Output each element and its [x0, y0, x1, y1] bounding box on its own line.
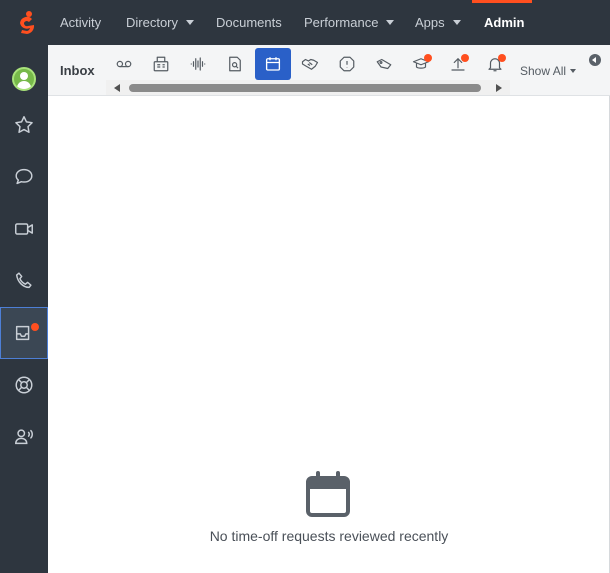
sidebar-item-profile[interactable] [0, 53, 48, 105]
nav-admin[interactable]: Admin [484, 0, 524, 45]
notification-badge [424, 54, 432, 62]
star-icon [15, 116, 33, 133]
filter-shift-trades[interactable] [292, 48, 328, 80]
inbox-content: No time-off requests reviewed recently [48, 96, 610, 573]
scroll-right-icon[interactable] [496, 84, 502, 92]
handshake-icon [301, 58, 319, 70]
nav-apps[interactable]: Apps [415, 0, 461, 45]
video-camera-icon [15, 223, 33, 235]
sidebar-item-video[interactable] [0, 203, 48, 255]
filter-fax[interactable] [143, 48, 179, 80]
chevron-down-icon [386, 20, 395, 26]
sidebar-item-support[interactable] [0, 359, 48, 411]
toolbar-scrollbar[interactable] [106, 80, 510, 95]
chat-bubble-icon [15, 168, 33, 185]
notification-badge [31, 323, 39, 331]
audio-recording-icon [190, 57, 206, 71]
nav-directory[interactable]: Directory [126, 0, 195, 45]
filter-uploads[interactable] [440, 48, 476, 80]
nav-activity[interactable]: Activity [60, 0, 101, 45]
voicemail-icon [116, 60, 132, 68]
genesys-logo-icon[interactable] [14, 10, 38, 36]
empty-state-message: No time-off requests reviewed recently [209, 528, 449, 544]
nav-documents[interactable]: Documents [216, 0, 282, 45]
chevron-down-icon [452, 20, 461, 26]
user-avatar-icon [12, 67, 36, 91]
nav-performance-label: Performance [304, 15, 379, 30]
filter-documents[interactable] [217, 48, 253, 80]
filter-voicemail[interactable] [106, 48, 142, 80]
chevron-down-icon [570, 68, 577, 73]
notification-badge [498, 54, 506, 62]
calendar-icon [306, 471, 350, 517]
nav-admin-label: Admin [484, 15, 525, 30]
notification-badge [461, 54, 469, 62]
nav-performance[interactable]: Performance [304, 0, 395, 45]
filter-recordings[interactable] [180, 48, 216, 80]
nav-apps-label: Apps [415, 15, 445, 30]
filter-alerts[interactable] [329, 48, 365, 80]
lifebuoy-icon [15, 376, 33, 394]
show-all-label: Show All [520, 64, 567, 78]
nav-activity-label: Activity [60, 15, 102, 30]
scrollbar-thumb[interactable] [129, 84, 481, 92]
filter-learning[interactable] [403, 48, 439, 80]
calendar-icon [265, 57, 281, 71]
filter-time-off[interactable] [255, 48, 291, 80]
fax-icon [153, 56, 169, 72]
nav-directory-label: Directory [126, 15, 179, 30]
sidebar-item-chat[interactable] [0, 151, 48, 203]
filter-notifications[interactable] [477, 48, 513, 80]
top-navigation: Activity Directory Documents Performance… [0, 0, 610, 45]
chevron-down-icon [186, 20, 195, 26]
scroll-left-icon[interactable] [114, 84, 120, 92]
show-all-dropdown[interactable]: Show All [520, 64, 577, 78]
inbox-title: Inbox [60, 63, 95, 78]
document-search-icon [229, 56, 241, 72]
sidebar-item-favorites[interactable] [0, 99, 48, 151]
tag-icon [376, 58, 392, 70]
sidebar-item-phone[interactable] [0, 255, 48, 307]
user-speaking-icon [15, 429, 33, 445]
sidebar-item-speaking[interactable] [0, 411, 48, 463]
collapse-panel-icon[interactable] [589, 54, 601, 66]
nav-documents-label: Documents [216, 15, 282, 30]
filter-tags[interactable] [366, 48, 402, 80]
phone-icon [15, 272, 32, 289]
sidebar [0, 45, 48, 573]
sidebar-item-inbox[interactable] [0, 307, 48, 359]
alert-octagon-icon [339, 56, 355, 72]
